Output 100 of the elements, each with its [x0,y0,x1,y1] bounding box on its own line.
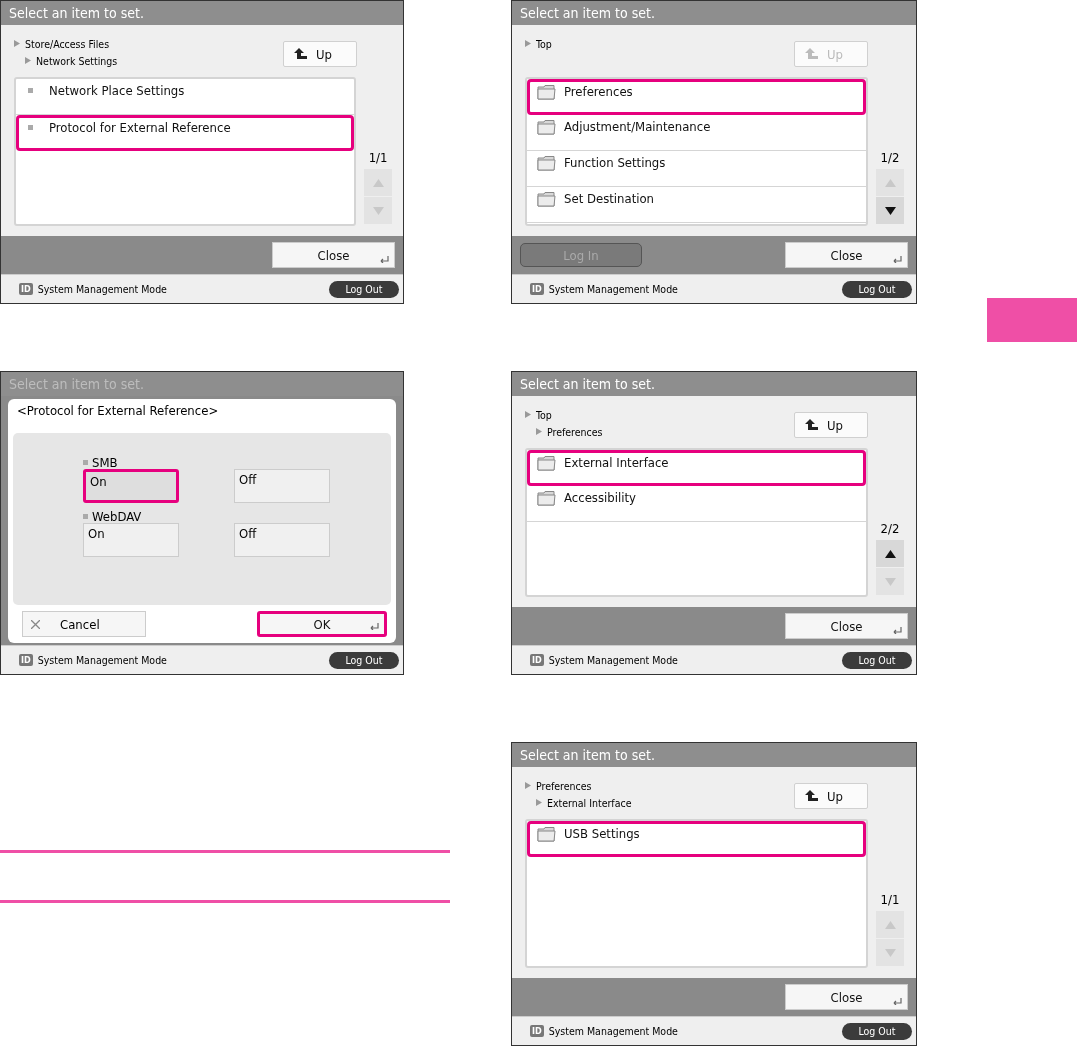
breadcrumb-item: Preferences [547,425,603,438]
triangle-icon [525,782,531,789]
breadcrumb-item: External Interface [547,796,632,809]
screen-title: Select an item to set. [9,5,144,21]
scroll-down-button[interactable] [876,197,904,224]
id-badge: ID [530,283,544,295]
option-button[interactable]: Off [234,469,330,503]
id-badge: ID [530,1025,544,1037]
bullet-icon [28,125,33,130]
cancel-button[interactable]: Cancel [22,611,146,637]
breadcrumb-item: Top [536,37,552,50]
triangle-icon [525,411,531,418]
mode-label: System Management Mode [37,654,168,666]
folder-icon [537,84,556,100]
up-button[interactable]: Up [283,41,357,67]
bullet-icon [83,459,88,465]
up-triangle-icon [372,178,384,187]
list-item[interactable]: Function Settings [527,151,866,187]
list-item[interactable]: Protocol for External Reference [16,115,355,151]
bullet-icon [28,88,33,93]
mode-label: System Management Mode [37,283,168,295]
folder-icon [537,191,556,207]
option-button[interactable]: On [83,469,179,503]
list-item[interactable]: Accessibility [527,486,866,522]
scroll-up-button[interactable] [876,540,904,567]
breadcrumb-item: Preferences [536,779,592,792]
list-item[interactable]: Set Destination [527,187,866,223]
up-triangle-icon [884,549,896,558]
close-button[interactable]: Close [785,613,908,639]
up-button[interactable]: Up [794,783,868,809]
log-out-button[interactable]: Log Out [842,1022,912,1040]
triangle-icon [14,40,20,47]
down-triangle-icon [884,948,896,957]
folder-icon [537,455,556,471]
item-label: Accessibility [564,490,636,505]
folder-icon [537,119,556,135]
folder-icon [537,490,556,506]
page-counter: 1/1 [368,150,388,165]
group-label: SMB [92,454,118,470]
option-button[interactable]: On [83,523,179,557]
list-item[interactable]: External Interface [527,450,866,486]
mode-label: System Management Mode [548,654,679,666]
id-badge: ID [530,654,544,666]
list-item[interactable]: Adjustment/Maintenance [527,115,866,151]
return-icon [380,256,389,263]
item-label: Function Settings [564,155,666,170]
breadcrumb-item: Top [536,408,552,421]
list-item[interactable]: USB Settings [527,821,866,857]
folder-icon [537,826,556,842]
down-triangle-icon [884,206,896,215]
id-badge: ID [19,654,33,666]
triangle-icon [525,40,531,47]
up-triangle-icon [884,178,896,187]
page-counter: 1/2 [880,150,900,165]
triangle-icon [25,57,31,64]
up-button[interactable]: Up [794,412,868,438]
return-icon [893,627,902,634]
page-counter: 1/1 [880,892,900,907]
item-label: Preferences [564,84,633,99]
close-icon [31,619,40,629]
dialog-title: <Protocol for External Reference> [16,403,220,420]
page-counter: 2/2 [880,521,900,536]
up-arrow-icon [805,48,819,60]
breadcrumb-item: Network Settings [36,54,118,67]
log-out-button[interactable]: Log Out [842,651,912,669]
folder-icon [537,155,556,171]
screen-title: Select an item to set. [520,5,655,21]
log-out-button[interactable]: Log Out [329,280,399,298]
up-arrow-icon [805,419,819,431]
close-button[interactable]: Close [272,242,395,268]
breadcrumb-item: Store/Access Files [25,37,110,50]
item-label: External Interface [564,455,669,470]
screen-title: Select an item to set. [520,376,655,392]
close-button[interactable]: Close [785,242,908,268]
screen-title: Select an item to set. [520,747,655,763]
log-out-button[interactable]: Log Out [329,651,399,669]
item-label: Set Destination [564,191,655,206]
item-label: Adjustment/Maintenance [564,119,711,134]
list-item[interactable]: Preferences [527,79,866,115]
mode-label: System Management Mode [548,1025,679,1037]
up-arrow-icon [294,48,308,60]
up-arrow-icon [805,790,819,802]
up-triangle-icon [884,920,896,929]
return-icon [370,623,379,630]
close-button[interactable]: Close [785,984,908,1010]
down-triangle-icon [372,206,384,215]
log-out-button[interactable]: Log Out [842,280,912,298]
group-label: WebDAV [92,508,142,524]
return-icon [893,998,902,1005]
down-triangle-icon [884,577,896,586]
return-icon [893,256,902,263]
item-label: USB Settings [564,826,640,841]
item-label: Protocol for External Reference [49,120,231,135]
ok-button[interactable]: OK [257,611,387,637]
item-label: Network Place Settings [49,83,185,98]
bullet-icon [83,513,88,519]
triangle-icon [536,428,542,435]
list-item[interactable]: Network Place Settings [16,79,355,115]
option-button[interactable]: Off [234,523,330,557]
mode-label: System Management Mode [548,283,679,295]
